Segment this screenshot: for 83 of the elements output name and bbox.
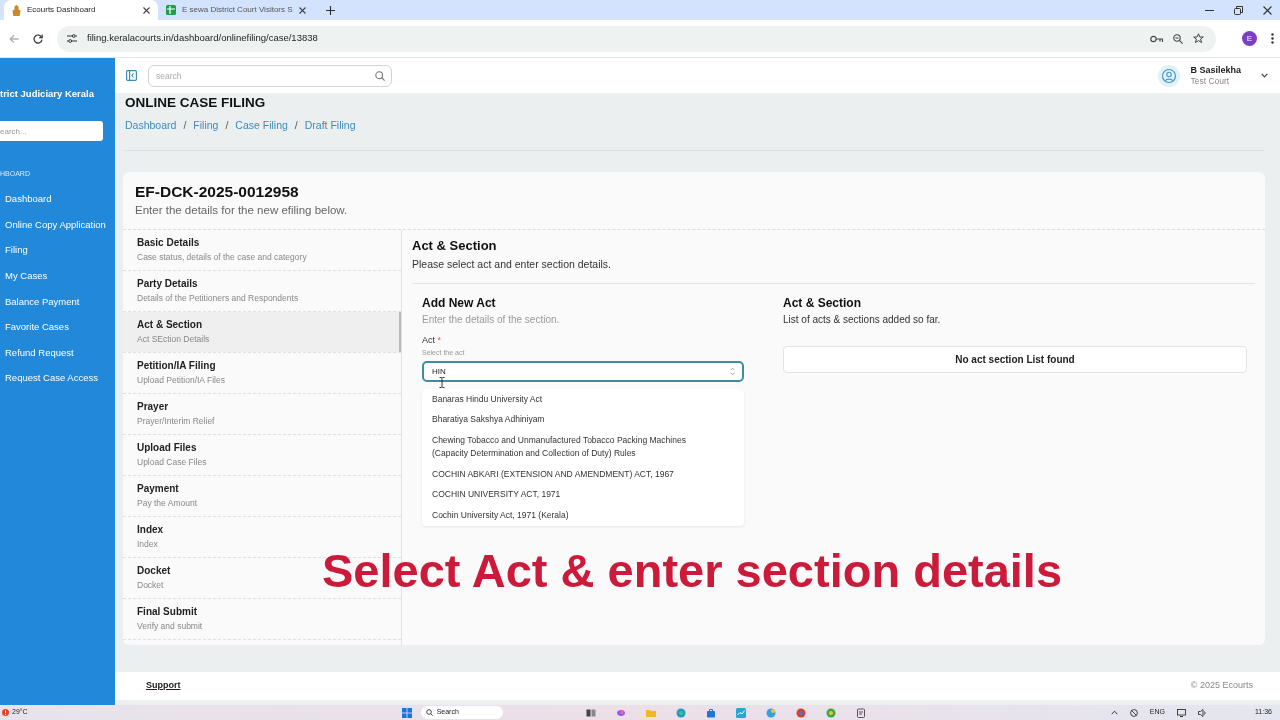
more-menu-icon[interactable] (1271, 33, 1274, 44)
address-bar[interactable]: filing.keralacourts.in/dashboard/onlinefiling/case/13838 (57, 25, 1216, 52)
step-item[interactable]: Upload Files Upload Case Files (137, 441, 207, 468)
video-caption: Select Act & enter section details (322, 543, 1063, 599)
close-icon[interactable] (298, 6, 306, 14)
dropdown-option[interactable]: Cochin University Act, 1971 (Kerala) (422, 505, 744, 526)
sidebar-item[interactable]: Favorite Cases (0, 313, 115, 340)
step-item[interactable]: Index Index (137, 523, 164, 550)
step-item[interactable]: Party Details Details of the Petitioners and Respondents (137, 277, 299, 304)
empty-list-message: No act section List found (783, 346, 1247, 373)
url-text: filing.keralacourts.in/dashboard/onlinefiling/case/13838 (87, 31, 319, 46)
breadcrumb-separator: / (294, 118, 298, 132)
search-icon[interactable] (375, 70, 385, 81)
sidebar-item[interactable]: Online Copy Application (0, 211, 115, 238)
star-icon[interactable] (1193, 33, 1204, 44)
user-court: Test Court (1190, 75, 1231, 87)
sidebar-item[interactable]: My Cases (0, 262, 115, 289)
task-view-icon[interactable] (585, 707, 596, 718)
dropdown-option[interactable]: Bharatiya Sakshya Adhiniyam (422, 409, 744, 430)
dropdown-option[interactable]: Chewing Tobacco and Unmanufactured Tobacco Packing Machines (Capacity Determination and Collection of Duty) Rules (422, 430, 744, 464)
browser-tab[interactable]: Ecourts Dashboard (4, 0, 158, 20)
spreadsheet-icon (166, 5, 176, 15)
speaker-icon[interactable] (1198, 708, 1207, 717)
step-item[interactable]: Final Submit Verify and submit (137, 605, 203, 632)
site-settings-icon[interactable] (67, 34, 77, 43)
round-app-icon[interactable] (795, 707, 806, 718)
close-icon[interactable] (143, 6, 150, 14)
step-item[interactable]: Act & Section Act SEction Details (123, 312, 401, 352)
dropdown-option[interactable]: COCHIN UNIVERSITY ACT, 1971 (422, 484, 744, 505)
section-title: Act & Section (412, 238, 498, 254)
support-link[interactable]: Support (146, 679, 181, 693)
step-item[interactable]: Docket Docket (137, 564, 171, 591)
sidebar-title: trict Judiciary Kerala (0, 87, 95, 101)
form-subtitle: Enter the details of the section. (422, 313, 561, 326)
monitor-icon[interactable] (1177, 708, 1186, 717)
dropdown-option[interactable]: Banaras Hindu University Act (422, 389, 744, 410)
profile-button[interactable]: E (1242, 31, 1257, 46)
sidebar-item[interactable]: Request Case Access (0, 365, 115, 391)
section-subtitle: Please select act and enter section details. (412, 257, 1255, 284)
bag-icon[interactable] (705, 707, 716, 718)
step-item[interactable]: Payment Pay the Amount (137, 482, 197, 509)
form-title: Add New Act (422, 296, 497, 311)
plus-icon[interactable] (325, 5, 335, 15)
reload-icon[interactable] (33, 33, 43, 44)
blocked-icon[interactable] (1129, 708, 1138, 717)
header-search-field[interactable]: search (148, 64, 392, 87)
zoom-out-icon[interactable] (1173, 33, 1183, 44)
user-avatar-icon[interactable] (1158, 64, 1181, 87)
search-icon[interactable] (425, 709, 433, 716)
page-title: ONLINE CASE FILING (125, 95, 267, 111)
key-icon[interactable] (1150, 34, 1163, 43)
chevron-down-icon[interactable] (1261, 73, 1268, 78)
sidebar-search-field[interactable]: earch... (0, 121, 103, 141)
sidebar-item[interactable]: Refund Request (0, 339, 115, 366)
sidebar-toggle-icon[interactable] (126, 70, 137, 81)
user-name: B Sasilekha (1190, 64, 1241, 76)
filing-number: EF-DCK-2025-0012958 (135, 182, 300, 201)
step-item[interactable]: Petition/IA Filing Upload Petition/IA Files (137, 359, 225, 386)
step-item[interactable]: Prayer Prayer/Interim Relief (137, 400, 215, 427)
list-title: Act & Section (783, 296, 862, 311)
filing-subtitle: Enter the details for the new efiling below. (135, 203, 349, 218)
text-cursor-icon (439, 377, 445, 388)
windows-logo-icon[interactable] (401, 707, 412, 718)
field-label: Act * (422, 335, 443, 345)
act-select-field[interactable]: HIN (422, 361, 744, 382)
emblem-icon (12, 4, 21, 16)
browser-tab[interactable]: E sewa District Court Visitors S (158, 0, 314, 20)
step-item[interactable]: Basic Details Case status, details of the case and category (137, 236, 307, 263)
list-subtitle: List of acts & sections added so far. (783, 313, 942, 326)
minimize-icon[interactable] (1205, 9, 1214, 11)
chevron-up-icon[interactable] (1110, 710, 1118, 715)
restore-icon[interactable] (1234, 5, 1243, 15)
dropdown-option[interactable]: COCHIN ABKARI (EXTENSION AND AMENDMENT) ACT, 1967 (422, 464, 744, 485)
weather-icon[interactable] (2, 709, 9, 716)
breadcrumb-separator: / (225, 118, 229, 132)
breadcrumb-separator: / (183, 118, 187, 132)
multicolor-app-icon[interactable] (615, 707, 626, 718)
copyright-text: © 2025 Ecourts (1190, 679, 1253, 693)
clipboard-icon[interactable] (855, 707, 866, 718)
sidebar-item[interactable]: Balance Payment (0, 288, 115, 314)
sidebar-item[interactable]: Filing (0, 237, 115, 263)
close-icon[interactable] (1263, 5, 1272, 15)
sidebar-item[interactable]: Dashboard (0, 186, 115, 212)
